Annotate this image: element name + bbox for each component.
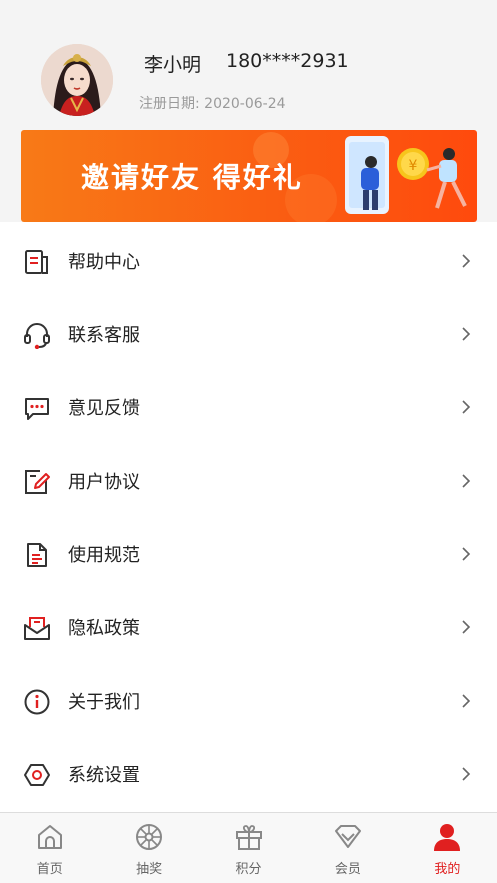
invite-friends-banner[interactable]: 邀请好友 得好礼 ¥: [21, 130, 477, 222]
menu-item-label: 用户协议: [68, 472, 140, 493]
banner-title: 邀请好友 得好礼: [81, 161, 303, 194]
chevron-right-icon: [462, 620, 471, 634]
tab-label: 首页: [36, 862, 63, 877]
tab-home[interactable]: 首页: [0, 813, 99, 883]
tab-member[interactable]: 会员: [298, 813, 397, 883]
register-date: 注册日期: 2020-06-24: [139, 96, 286, 112]
tab-lottery[interactable]: 抽奖: [99, 813, 198, 883]
tab-label: 会员: [334, 862, 361, 877]
menu-item-label: 意见反馈: [68, 398, 140, 419]
chevron-right-icon: [462, 694, 471, 708]
gift-icon: [235, 825, 262, 850]
menu-item-label: 使用规范: [68, 545, 140, 566]
avatar[interactable]: [41, 44, 113, 116]
chevron-right-icon: [462, 547, 471, 561]
menu-item-label: 帮助中心: [68, 252, 140, 273]
help-center-icon: [25, 250, 48, 274]
menu-item-help-center[interactable]: 帮助中心: [0, 224, 497, 297]
info-icon: [24, 689, 50, 715]
menu-item-contact-service[interactable]: 联系客服: [0, 297, 497, 370]
member-diamond-icon: [334, 825, 361, 848]
settings-menu: 帮助中心 联系客服 意见反馈 用户协议 使用规范 隐私政策 关于我们 系统设置: [0, 222, 497, 812]
tab-label: 我的: [434, 862, 461, 877]
svg-text:¥: ¥: [409, 158, 418, 174]
menu-item-label: 隐私政策: [68, 618, 140, 639]
profile-header: 李小明 180****2931 注册日期: 2020-06-24 邀请好友 得好…: [0, 0, 497, 222]
chevron-right-icon: [462, 400, 471, 414]
chevron-right-icon: [462, 254, 471, 268]
feedback-icon: [25, 398, 49, 420]
user-phone: 180****2931: [226, 50, 349, 72]
privacy-envelope-icon: [24, 617, 50, 640]
menu-item-usage-rules[interactable]: 使用规范: [0, 517, 497, 590]
profile-icon: [434, 824, 461, 851]
invite-illustration-icon: ¥: [345, 136, 467, 214]
menu-item-system-settings[interactable]: 系统设置: [0, 737, 497, 810]
menu-item-label: 联系客服: [68, 325, 140, 346]
document-icon: [27, 543, 47, 567]
agreement-icon: [25, 470, 50, 494]
home-icon: [37, 825, 62, 849]
menu-item-user-agreement[interactable]: 用户协议: [0, 444, 497, 517]
chevron-right-icon: [462, 327, 471, 341]
headset-icon: [24, 323, 50, 349]
chevron-right-icon: [462, 767, 471, 781]
menu-item-about-us[interactable]: 关于我们: [0, 664, 497, 737]
tab-label: 积分: [235, 862, 262, 877]
lottery-wheel-icon: [136, 824, 163, 850]
menu-item-privacy-policy[interactable]: 隐私政策: [0, 590, 497, 663]
tab-points[interactable]: 积分: [199, 813, 298, 883]
tab-mine[interactable]: 我的: [398, 813, 497, 883]
chevron-right-icon: [462, 474, 471, 488]
tab-label: 抽奖: [136, 862, 163, 877]
menu-item-label: 系统设置: [68, 765, 140, 786]
user-name: 李小明: [144, 54, 202, 76]
settings-hex-icon: [24, 764, 50, 786]
bottom-tab-bar: 首页 抽奖 积分 会员 我的: [0, 812, 497, 883]
menu-item-feedback[interactable]: 意见反馈: [0, 370, 497, 443]
menu-item-label: 关于我们: [68, 692, 140, 713]
